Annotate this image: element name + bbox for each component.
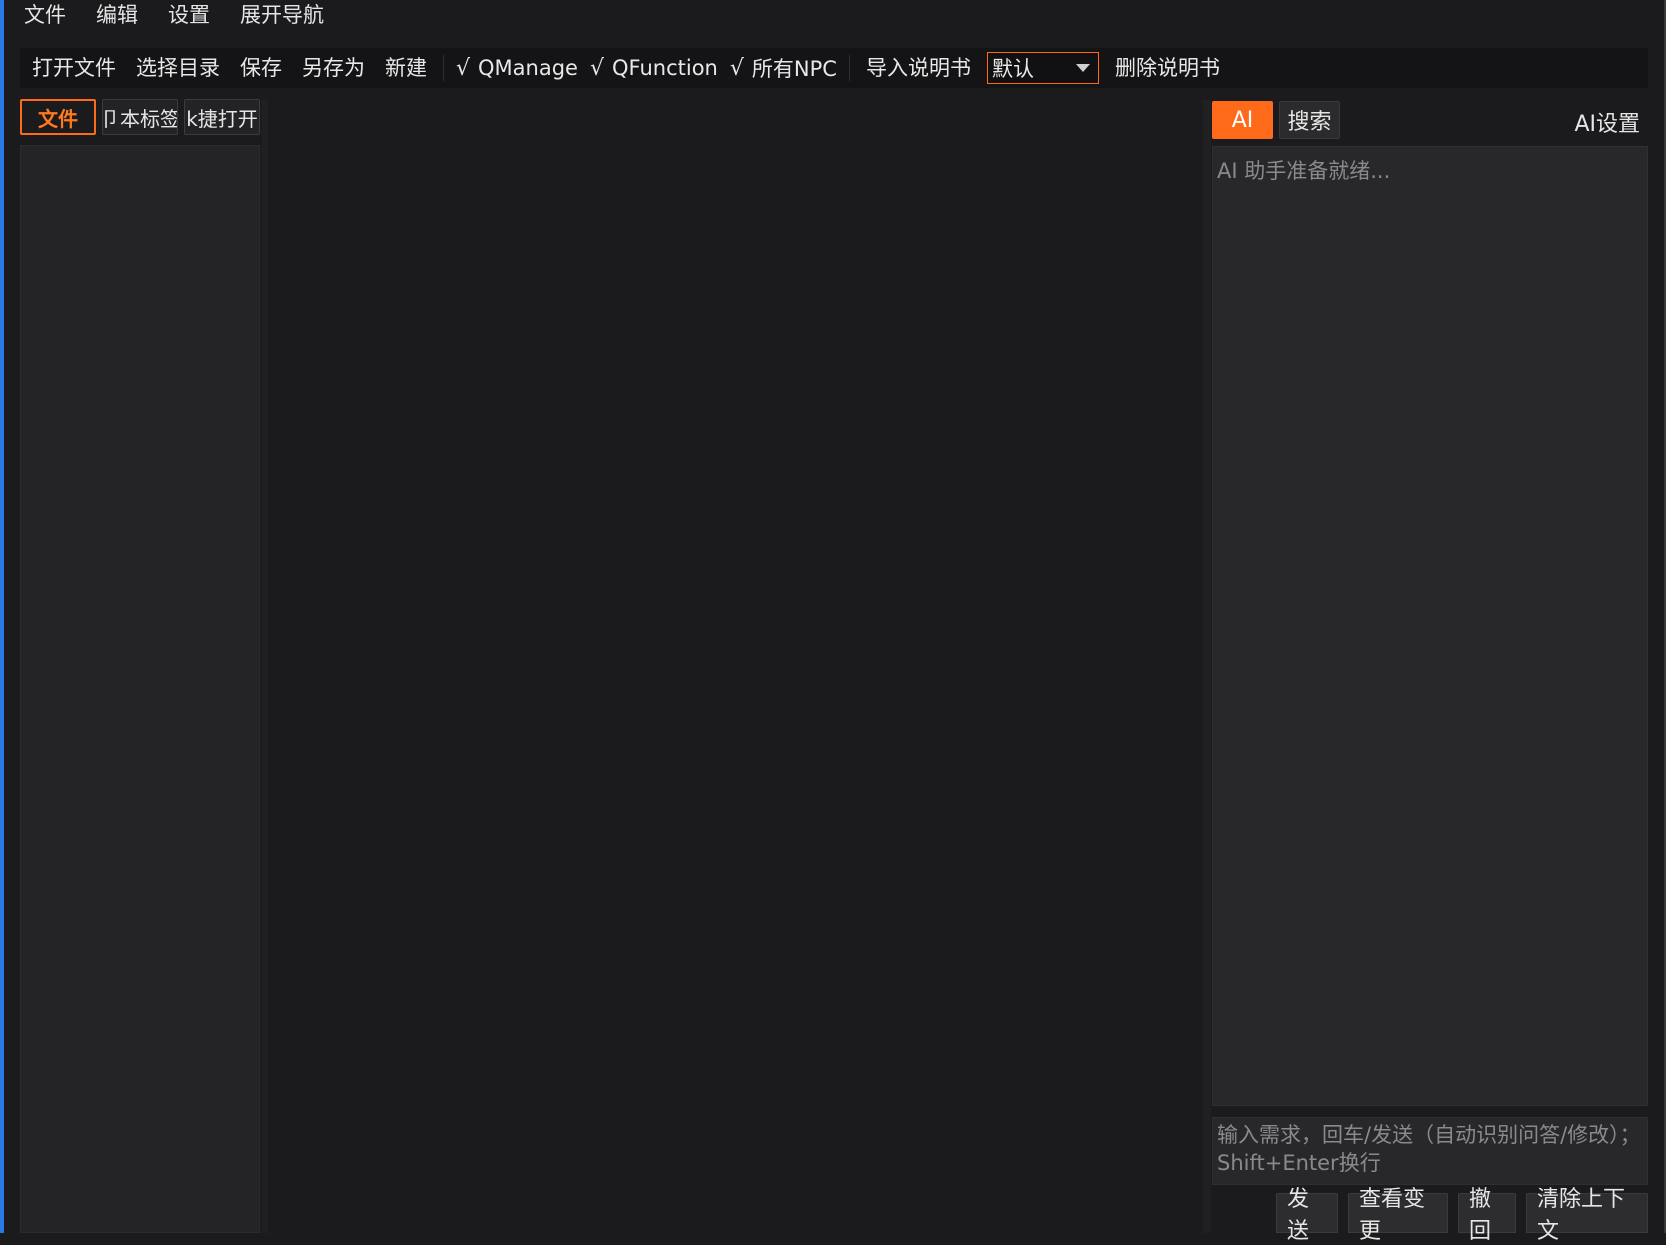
menu-file[interactable]: 文件 [12, 0, 78, 30]
new-button[interactable]: 新建 [375, 48, 437, 88]
qmanage-checkbox[interactable]: √ QManage [450, 56, 584, 81]
manual-select-value: 默认 [991, 57, 1034, 81]
check-icon: √ [729, 55, 744, 81]
menu-expand-nav[interactable]: 展开导航 [228, 0, 336, 30]
select-directory-button[interactable]: 选择目录 [126, 48, 230, 88]
toolbar: 打开文件 选择目录 保存 另存为 新建 √ QManage √ QFunctio… [20, 48, 1648, 88]
left-panel-tabs: 文件 卩本标签 k捷打开 [20, 99, 266, 137]
delete-manual-button[interactable]: 删除说明书 [1105, 48, 1230, 88]
ai-status-text: AI 助手准备就绪... [1217, 159, 1391, 183]
import-manual-button[interactable]: 导入说明书 [856, 48, 981, 88]
save-as-button[interactable]: 另存为 [292, 48, 375, 88]
qfunction-checkbox[interactable]: √ QFunction [584, 56, 724, 81]
undo-button[interactable]: 撤回 [1458, 1187, 1516, 1244]
ai-settings-button[interactable]: AI设置 [1574, 106, 1640, 138]
tab-script-tags[interactable]: 卩本标签 [102, 99, 178, 135]
view-changes-button[interactable]: 查看变更 [1348, 1187, 1448, 1244]
editor-area[interactable] [268, 100, 1203, 1233]
chevron-down-icon [1075, 64, 1090, 72]
clear-context-button[interactable]: 清除上下文 [1526, 1187, 1648, 1244]
splitter-right[interactable] [1203, 100, 1211, 1233]
toolbar-separator [848, 55, 850, 81]
tab-files[interactable]: 文件 [20, 99, 96, 135]
ai-output-panel[interactable]: AI 助手准备就绪... [1212, 146, 1648, 1106]
manual-select[interactable]: 默认 [986, 52, 1099, 84]
tab-quick-open[interactable]: k捷打开 [184, 99, 260, 135]
toolbar-separator [443, 55, 444, 81]
all-npc-checkbox[interactable]: √ 所有NPC [724, 53, 843, 83]
save-button[interactable]: 保存 [230, 48, 292, 88]
ai-action-bar: 发送 查看变更 撤回 清除上下文 [1212, 1187, 1648, 1244]
check-icon: √ [589, 55, 605, 81]
menu-bar: 文件 编辑 设置 展开导航 [4, 0, 1664, 30]
menu-edit[interactable]: 编辑 [84, 0, 150, 30]
tab-ai[interactable]: AI [1212, 101, 1273, 139]
ai-prompt-input[interactable] [1212, 1117, 1648, 1185]
all-npc-label: 所有NPC [751, 57, 837, 81]
file-list[interactable] [20, 145, 260, 1233]
qmanage-label: QManage [478, 56, 578, 80]
send-button[interactable]: 发送 [1276, 1187, 1338, 1244]
open-file-button[interactable]: 打开文件 [20, 48, 126, 88]
qfunction-label: QFunction [612, 56, 718, 80]
tab-search[interactable]: 搜索 [1279, 101, 1340, 139]
menu-settings[interactable]: 设置 [156, 0, 222, 30]
window-left-edge [0, 0, 4, 1233]
check-icon: √ [456, 55, 471, 81]
